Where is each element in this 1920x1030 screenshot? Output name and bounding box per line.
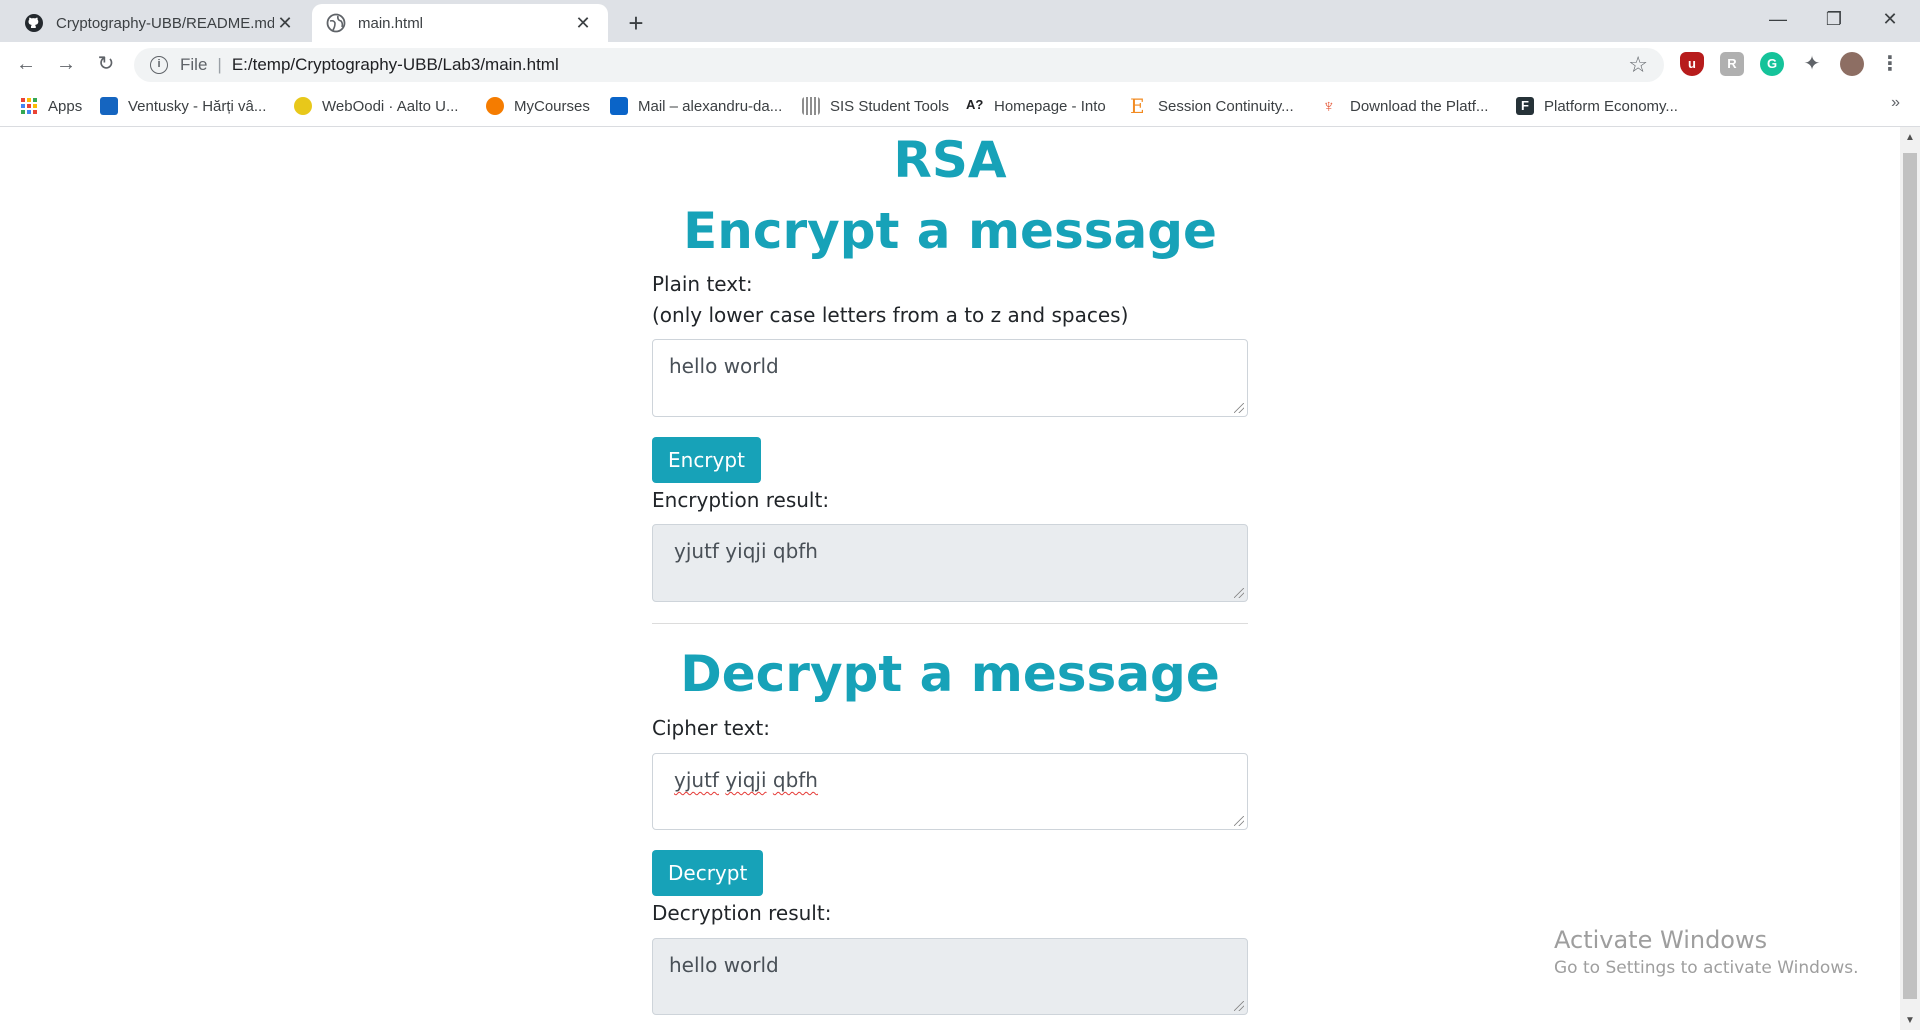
bookmark-weboodi[interactable]: WebOodi · Aalto U... [294,94,458,118]
new-tab-button[interactable]: + [620,7,652,39]
address-url: E:/temp/Cryptography-UBB/Lab3/main.html [231,55,559,74]
decryption-result-output: hello world [652,938,1248,1015]
bookmark-session-continuity[interactable]: E Session Continuity... [1130,94,1294,118]
extension-gray-icon[interactable]: R [1720,52,1744,76]
back-icon[interactable]: ← [10,48,42,80]
decrypt-heading: Decrypt a message [680,645,1220,703]
plain-text-input[interactable]: hello world [652,339,1248,417]
page-title: RSA [893,131,1007,189]
apps-grid-icon [21,98,37,114]
cipher-word: yiqji [725,768,767,792]
reload-icon[interactable]: ↻ [90,48,122,80]
cipher-text-input[interactable]: yjutf yiqji qbfh [652,753,1248,830]
encrypt-button[interactable]: Encrypt [652,437,761,483]
minimize-button[interactable]: — [1750,0,1806,40]
bookmark-label: Download the Platf... [1350,97,1489,115]
bookmark-label: MyCourses [514,97,590,115]
tab-title: Cryptography-UBB/README.md [56,14,274,32]
cipher-word: yjutf [674,768,719,792]
forward-icon[interactable]: → [50,48,82,80]
bookmark-ventusky[interactable]: Ventusky - Hărți vâ... [100,94,266,118]
tab-close-button[interactable]: ✕ [572,13,594,34]
bookmark-label: Ventusky - Hărți vâ... [128,97,267,115]
decryption-result-value: hello world [669,953,779,977]
address-divider: | [217,55,222,74]
bookmark-label: Apps [48,97,83,115]
scroll-up-icon[interactable]: ▲ [1900,132,1920,143]
extensions-puzzle-icon[interactable]: ✦ [1800,52,1824,76]
encryption-result-output: yjutf yiqji qbfh [652,524,1248,602]
bookmark-apps[interactable]: Apps [20,94,82,118]
bookmark-label: Session Continuity... [1158,97,1294,115]
tab-strip: Cryptography-UBB/README.md ✕ main.html ✕… [0,0,1920,42]
mycourses-icon [486,97,504,115]
address-bar[interactable]: i File | E:/temp/Cryptography-UBB/Lab3/m… [134,48,1664,82]
resize-handle-icon[interactable] [1234,588,1244,598]
globe-icon [326,13,346,33]
watermark-subtitle: Go to Settings to activate Windows. [1554,958,1859,978]
ublock-icon[interactable]: u [1680,52,1704,76]
scrollbar-thumb[interactable] [1903,153,1917,999]
encryption-result-label: Encryption result: [652,488,830,512]
bookmark-mycourses[interactable]: MyCourses [486,94,590,118]
browser-toolbar: ← → ↻ i File | E:/temp/Cryptography-UBB/… [0,42,1920,86]
watermark-title: Activate Windows [1554,926,1768,954]
bookmarks-bar: Apps Ventusky - Hărți vâ... WebOodi · Aa… [0,86,1920,127]
bookmark-star-icon[interactable]: ☆ [1628,52,1648,78]
resize-handle-icon[interactable] [1234,1001,1244,1011]
window-close-button[interactable]: ✕ [1862,0,1918,40]
cipher-text-label: Cipher text: [652,716,770,740]
encrypt-heading: Encrypt a message [683,202,1217,260]
bookmark-mail[interactable]: Mail – alexandru-da... [610,94,782,118]
resize-handle-icon[interactable] [1234,816,1244,826]
e-icon: E [1130,94,1145,118]
download-platform-icon: ♆ [1322,96,1336,116]
tab-title: main.html [358,14,424,32]
plain-text-label: Plain text: [652,272,753,296]
bookmarks-overflow-icon[interactable]: » [1891,94,1900,112]
ventusky-icon [100,97,118,115]
outlook-icon [610,97,628,115]
info-icon[interactable]: i [150,56,168,74]
grammarly-icon[interactable]: G [1760,52,1784,76]
decryption-result-label: Decryption result: [652,901,832,925]
bookmark-label: Platform Economy... [1544,97,1678,115]
bookmark-sis[interactable]: SIS Student Tools [802,94,949,118]
tab-readme[interactable]: Cryptography-UBB/README.md ✕ [10,4,310,42]
maximize-button[interactable]: ❐ [1806,0,1862,40]
address-scheme: File [180,55,208,74]
github-icon [25,14,43,32]
plain-text-value: hello world [669,354,779,378]
page-scrollbar[interactable]: ▲ ▼ [1900,127,1920,1030]
tab-main[interactable]: main.html ✕ [312,4,608,42]
bookmark-label: Homepage - Into [994,97,1106,115]
bookmark-label: Mail – alexandru-da... [638,97,783,115]
resize-handle-icon[interactable] [1234,403,1244,413]
into-icon: A? [966,97,984,112]
cipher-word: qbfh [772,768,818,792]
tab-close-button[interactable]: ✕ [274,13,296,34]
bookmark-label: SIS Student Tools [830,97,949,115]
bookmark-label: WebOodi · Aalto U... [322,97,459,115]
bookmark-download-platform[interactable]: ♆ Download the Platf... [1322,94,1488,118]
plain-text-hint: (only lower case letters from a to z and… [652,303,1129,327]
bookmark-platform-economy[interactable]: F Platform Economy... [1516,94,1678,118]
scroll-down-icon[interactable]: ▼ [1900,1015,1920,1026]
platform-f-icon: F [1516,97,1534,115]
section-divider [652,623,1248,624]
encryption-result-value: yjutf yiqji qbfh [674,539,818,563]
sis-icon [802,97,820,115]
weboodi-icon [294,97,312,115]
decrypt-button[interactable]: Decrypt [652,850,764,896]
activate-windows-watermark: Activate Windows Go to Settings to activ… [1554,925,1859,981]
avatar[interactable] [1840,52,1864,76]
bookmark-into[interactable]: A? Homepage - Into [966,94,1106,118]
menu-kebab-icon[interactable]: ⋮ [1878,52,1902,76]
